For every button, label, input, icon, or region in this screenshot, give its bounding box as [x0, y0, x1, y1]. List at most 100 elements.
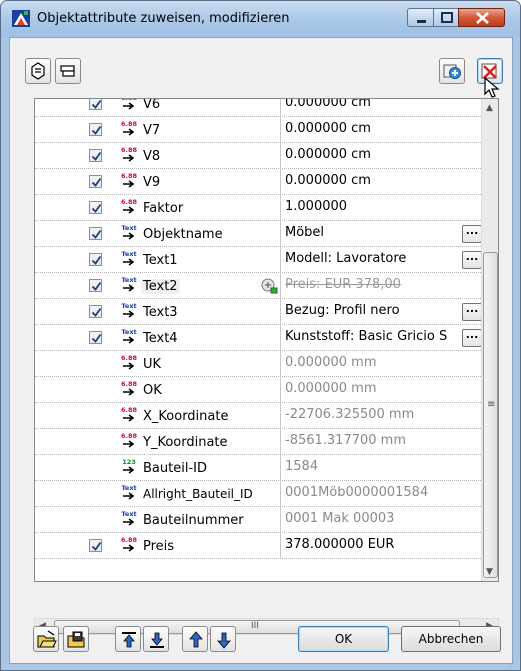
svg-text:6.88: 6.88 — [121, 536, 138, 544]
allplan-app-icon — [12, 10, 30, 27]
numeric-attribute-icon: 6.88 — [120, 146, 138, 165]
attribute-row[interactable]: Text Objektname Möbel... — [35, 221, 482, 247]
ellipsis-button[interactable]: ... — [462, 329, 482, 347]
attribute-row[interactable]: Text Bauteilnummer 0001 Mak 00003 — [35, 507, 481, 533]
attribute-row[interactable]: 6.88 Faktor 1.000000 — [35, 195, 481, 221]
ellipsis-button[interactable]: ... — [462, 251, 482, 269]
row-checkbox[interactable] — [89, 175, 102, 188]
column-separator — [280, 533, 281, 559]
row-checkbox[interactable] — [89, 123, 102, 136]
checkmark-icon — [91, 177, 102, 187]
column-separator — [280, 195, 281, 221]
checkmark-icon — [91, 151, 102, 161]
attribute-name: X_Koordinate — [143, 409, 229, 424]
attribute-name: V7 — [143, 123, 161, 138]
attribute-value[interactable]: Modell: Lavoratore — [285, 251, 406, 266]
attribute-row[interactable]: 6.88 Y_Koordinate -8561.317700 mm — [35, 429, 481, 455]
move-up-icon — [189, 631, 203, 648]
attribute-row[interactable]: Text Text2 Preis: EUR 378,00 — [35, 273, 481, 299]
attribute-row[interactable]: 6.88 UK 0.000000 mm — [35, 351, 481, 377]
attribute-value[interactable]: Kunststoff: Basic Gricio S — [285, 329, 447, 344]
row-checkbox[interactable] — [89, 149, 102, 162]
attribute-row[interactable]: Text Text3 Bezug: Profil nero... — [35, 299, 482, 325]
copy-attribute-button[interactable] — [25, 58, 51, 84]
move-top-button[interactable] — [115, 626, 141, 652]
ellipsis-button[interactable]: ... — [462, 225, 482, 243]
column-separator — [280, 99, 281, 117]
lock-formula-icon[interactable] — [260, 276, 278, 298]
scroll-down-icon[interactable]: ▼ — [486, 567, 493, 577]
attribute-row[interactable]: 6.88 V8 0.000000 cm — [35, 143, 481, 169]
dialog-window: Objektattribute zuweisen, modifizieren 6… — [0, 0, 521, 671]
attribute-row[interactable]: 6.88 X_Koordinate -22706.325500 mm — [35, 403, 481, 429]
svg-text:6.88: 6.88 — [121, 120, 138, 128]
attribute-value[interactable]: 1.000000 — [285, 199, 347, 214]
vertical-scrollbar[interactable]: ▲ ≡ ▼ — [481, 99, 498, 581]
cancel-button[interactable]: Abbrechen — [401, 626, 501, 652]
title-bar[interactable]: Objektattribute zuweisen, modifizieren — [1, 1, 520, 37]
column-separator — [280, 273, 281, 299]
attribute-row[interactable]: Text Text1 Modell: Lavoratore... — [35, 247, 482, 273]
attribute-row[interactable]: 6.88 OK 0.000000 mm — [35, 377, 481, 403]
row-checkbox[interactable] — [89, 305, 102, 318]
svg-text:6.88: 6.88 — [121, 406, 138, 414]
vertical-scroll-thumb[interactable]: ≡ — [483, 252, 498, 578]
attribute-value[interactable]: 378.000000 EUR — [285, 537, 394, 552]
attribute-value: -8561.317700 mm — [285, 433, 406, 448]
svg-text:Text: Text — [121, 484, 136, 492]
minimize-button[interactable] — [407, 8, 434, 27]
paste-attribute-button[interactable] — [55, 58, 81, 84]
open-favorite-button[interactable] — [33, 626, 59, 652]
add-attribute-button[interactable] — [439, 58, 465, 84]
move-up-button[interactable] — [182, 626, 208, 652]
row-checkbox[interactable] — [89, 279, 102, 292]
row-checkbox[interactable] — [89, 201, 102, 214]
row-checkbox[interactable] — [89, 539, 102, 552]
checkmark-icon — [91, 125, 102, 135]
attribute-row[interactable]: Text Text4 Kunststoff: Basic Gricio S... — [35, 325, 482, 351]
attribute-row[interactable]: Text Allright_Bauteil_ID 0001Möb0000001584 — [35, 481, 481, 507]
attribute-name: Preis — [143, 539, 175, 554]
attribute-value: 0001Möb0000001584 — [285, 485, 429, 500]
scroll-up-icon[interactable]: ▲ — [486, 103, 493, 113]
hscroll-grip: III — [251, 621, 259, 631]
attribute-row[interactable]: 6.88 V9 0.000000 cm — [35, 169, 481, 195]
window-title: Objektattribute zuweisen, modifizieren — [37, 11, 290, 26]
attribute-row[interactable]: 123 Bauteil-ID 1584 — [35, 455, 481, 481]
attribute-row[interactable]: 6.88 V7 0.000000 cm — [35, 117, 481, 143]
attribute-value[interactable]: 0.000000 cm — [285, 147, 371, 162]
numeric-attribute-icon: 6.88 — [120, 536, 138, 555]
move-down-button[interactable] — [210, 626, 236, 652]
maximize-button[interactable] — [433, 8, 459, 27]
attribute-value[interactable]: Möbel — [285, 225, 324, 240]
row-checkbox[interactable] — [89, 253, 102, 266]
row-checkbox[interactable] — [89, 227, 102, 240]
checkmark-icon — [91, 541, 102, 551]
text-attribute-icon: Text — [120, 250, 138, 269]
attribute-value[interactable]: 0.000000 cm — [285, 99, 371, 110]
text-attribute-icon: Text — [120, 276, 138, 295]
attribute-row[interactable]: 6.88 V6 0.000000 cm — [35, 99, 481, 117]
column-separator — [280, 377, 281, 403]
attribute-value[interactable]: Bezug: Profil nero — [285, 303, 400, 318]
attribute-value[interactable]: 0.000000 cm — [285, 121, 371, 136]
attribute-value[interactable]: Preis: EUR 378,00 — [285, 277, 401, 292]
close-button[interactable] — [458, 8, 505, 27]
resize-grip-icon[interactable]: ⋰ — [509, 658, 518, 668]
close-icon — [476, 12, 489, 24]
attribute-value[interactable]: 0.000000 cm — [285, 173, 371, 188]
text-attribute-icon: Text — [120, 224, 138, 243]
column-separator — [280, 117, 281, 143]
row-checkbox[interactable] — [89, 99, 102, 110]
text-attribute-icon: Text — [120, 484, 138, 503]
ellipsis-button[interactable]: ... — [462, 303, 482, 321]
attribute-value: -22706.325500 mm — [285, 407, 415, 422]
text-attribute-icon: Text — [120, 510, 138, 529]
save-favorite-button[interactable] — [63, 626, 89, 652]
ok-button[interactable]: OK — [298, 626, 389, 652]
move-bottom-button[interactable] — [143, 626, 169, 652]
attribute-row[interactable]: 6.88 Preis 378.000000 EUR — [35, 533, 481, 559]
row-checkbox[interactable] — [89, 331, 102, 344]
numeric-attribute-icon: 6.88 — [120, 354, 138, 373]
checkmark-icon — [91, 255, 102, 265]
